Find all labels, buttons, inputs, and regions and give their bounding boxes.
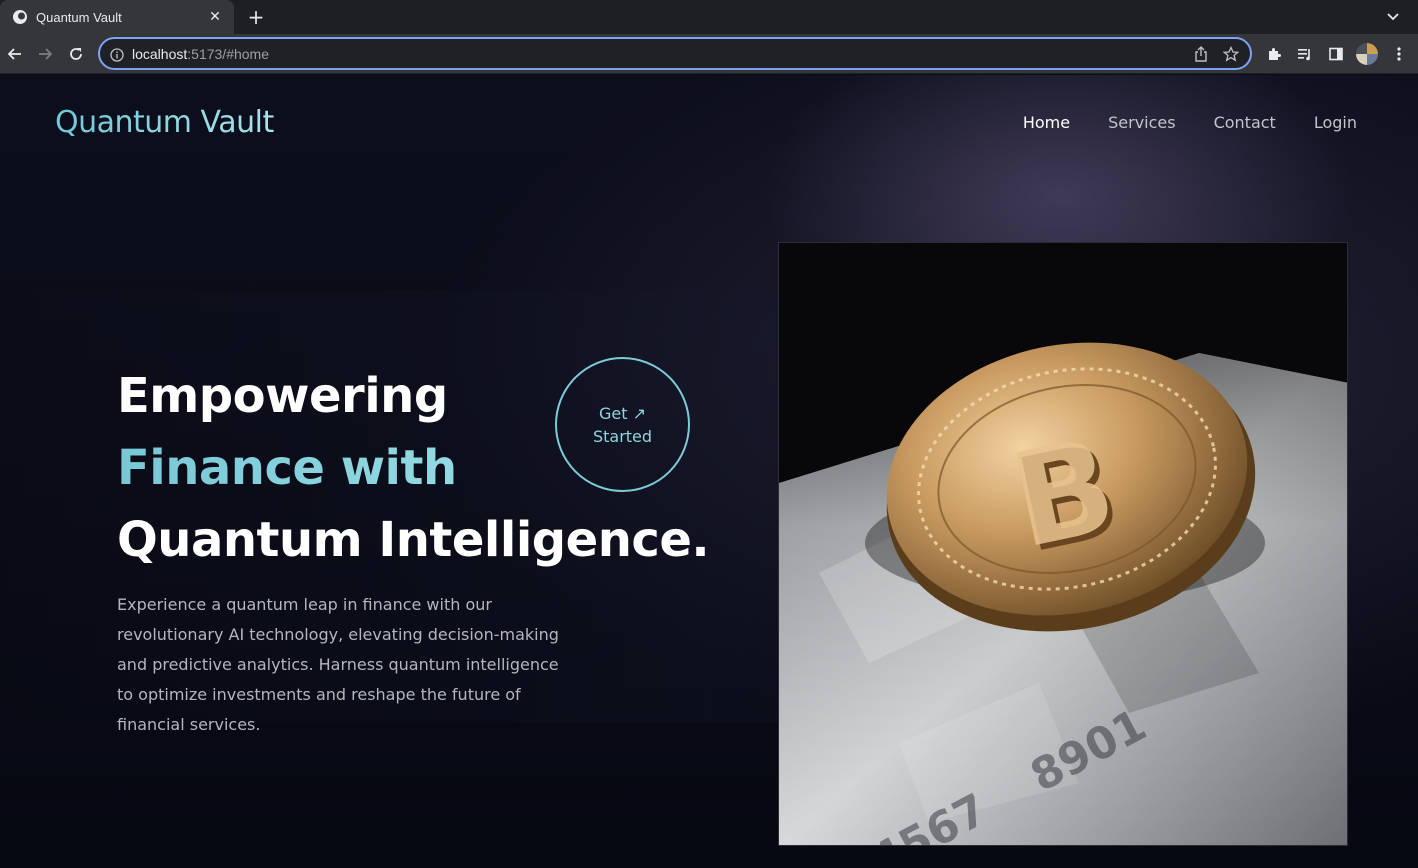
main-nav: Home Services Contact Login <box>1023 113 1357 132</box>
chevron-down-icon[interactable] <box>1384 8 1402 26</box>
url-path: :5173/#home <box>187 45 269 62</box>
media-controls-icon[interactable] <box>1293 42 1317 66</box>
get-started-label: Get ↗ Started <box>593 402 652 448</box>
new-tab-button[interactable]: + <box>244 5 268 29</box>
site-info-icon[interactable] <box>110 47 124 62</box>
back-arrow-icon[interactable] <box>4 43 26 65</box>
site-logo[interactable]: Quantum Vault <box>55 105 274 140</box>
close-tab-icon[interactable]: ✕ <box>206 8 224 26</box>
hero-title-line-3: Quantum Intelligence. <box>117 512 710 568</box>
more-menu-icon[interactable] <box>1387 42 1411 66</box>
tab-title: Quantum Vault <box>36 9 122 25</box>
browser-tab[interactable]: Quantum Vault ✕ <box>0 0 234 34</box>
nav-login[interactable]: Login <box>1314 113 1357 132</box>
share-icon[interactable] <box>1190 43 1212 65</box>
side-panel-icon[interactable] <box>1324 42 1348 66</box>
bookmark-star-icon[interactable] <box>1220 43 1242 65</box>
forward-arrow-icon[interactable] <box>34 43 56 65</box>
reload-icon[interactable] <box>65 43 87 65</box>
nav-services[interactable]: Services <box>1108 113 1175 132</box>
address-bar[interactable]: localhost:5173/#home <box>98 37 1252 70</box>
get-started-label-line-2: Started <box>592 426 653 446</box>
page-viewport: Quantum Vault Home Services Contact Logi… <box>0 75 1418 868</box>
profile-avatar[interactable] <box>1356 43 1378 65</box>
get-started-button[interactable]: Get ↗ Started <box>555 357 690 492</box>
hero-image-bitcoin: 4567 8901 B B <box>778 242 1348 846</box>
nav-home[interactable]: Home <box>1023 113 1070 132</box>
browser-toolbar: localhost:5173/#home <box>0 34 1418 74</box>
extensions-puzzle-icon[interactable] <box>1262 42 1286 66</box>
app-favicon-icon <box>12 9 28 25</box>
get-started-label-line-1: Get ↗ <box>598 403 646 423</box>
hero-description: Experience a quantum leap in finance wit… <box>117 595 559 734</box>
browser-tabstrip: Quantum Vault ✕ + <box>0 0 1418 34</box>
url-host: localhost <box>132 45 188 62</box>
url-text: localhost:5173/#home <box>132 46 1182 62</box>
nav-contact[interactable]: Contact <box>1214 113 1276 132</box>
